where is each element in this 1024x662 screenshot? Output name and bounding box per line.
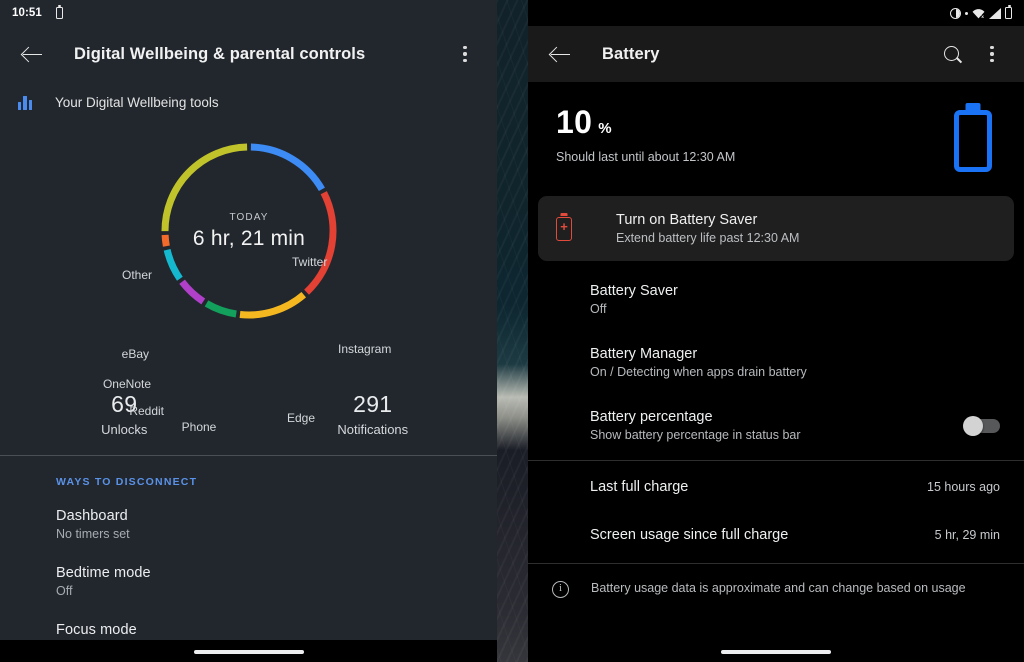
row-title: Last full charge [590,479,689,495]
digital-wellbeing-panel: 10:51 Digital Wellbeing & parental contr… [0,0,497,662]
battery-saver-icon [556,216,572,241]
row-title: Battery Saver [590,283,678,299]
donut-label-phone: Phone [181,420,217,434]
section-header-ways-to-disconnect: WAYS TO DISCONNECT [0,456,497,496]
row-last-full-charge[interactable]: Last full charge 15 hours ago [528,461,1024,509]
search-icon [943,45,961,63]
row-value: 15 hours ago [927,480,1000,494]
battery-estimate-text: Should last until about 12:30 AM [556,150,736,164]
battery-panel: x Battery 10 % Should last until about 1… [528,0,1024,662]
stat-notifications[interactable]: 291 Notifications [249,391,498,437]
donut-label-ebay: eBay [121,347,149,361]
wellbeing-tools-row[interactable]: Your Digital Wellbeing tools [0,82,497,122]
chart-period-label: TODAY [229,211,269,223]
toggle-knob [963,415,983,436]
battery-large-icon [954,110,992,172]
svg-text:x: x [981,14,984,18]
back-button[interactable] [540,34,580,74]
gesture-pill[interactable] [721,650,831,654]
donut-label-edge: Edge [287,411,316,425]
wifi-off-icon: x [972,8,985,19]
stat-label: Unlocks [101,422,148,437]
list-item-title: Dashboard [56,508,128,524]
signal-icon [989,7,1001,19]
row-battery-saver[interactable]: Battery Saver Off [528,261,1024,330]
stat-value: 291 [353,391,393,417]
arrow-back-icon [22,45,42,64]
row-title: Screen usage since full charge [590,527,789,543]
saver-card-text: Turn on Battery Saver Extend battery lif… [616,212,799,245]
battery-percent-group: 10 % [556,104,996,141]
row-screen-usage[interactable]: Screen usage since full charge 5 hr, 29 … [528,509,1024,563]
donut-label-onenote: OneNote [102,377,151,391]
gesture-pill[interactable] [193,650,304,654]
info-icon [552,581,569,598]
list-item-dashboard[interactable]: Dashboard No timers set [0,496,497,553]
stat-label: Notifications [337,422,409,437]
row-text: Last full charge [590,479,927,495]
saver-card-title: Turn on Battery Saver [616,212,758,228]
overflow-menu-button[interactable] [972,34,1012,74]
navigation-bar-left [0,640,497,662]
battery-footnote: Battery usage data is approximate and ca… [528,564,1024,598]
screen-time-donut-chart[interactable]: TODAY 6 hr, 21 min Twitter Instagram Edge P… [0,122,497,434]
overflow-menu-button[interactable] [445,34,485,74]
list-item-title: Focus mode [56,622,137,638]
back-button[interactable] [12,34,52,74]
donut-center-text: TODAY 6 hr, 21 min [158,140,340,322]
app-bar-battery: Battery [528,26,1024,82]
list-item-subtitle: Off [56,584,73,598]
status-bar-clock: 10:51 [12,7,42,19]
status-bar-icons: x [950,5,1012,19]
app-bar-wellbeing: Digital Wellbeing & parental controls [0,26,497,82]
battery-percentage-toggle[interactable] [963,415,1000,436]
row-battery-percentage[interactable]: Battery percentage Show battery percenta… [528,393,1024,460]
donut-label-instagram: Instagram [338,342,392,356]
donut-label-reddit: Reddit [129,404,164,418]
battery-icon [1005,5,1012,19]
row-text: Battery percentage Show battery percenta… [590,409,966,442]
list-item-bedtime-mode[interactable]: Bedtime mode Off [0,553,497,610]
row-title: Battery percentage [590,409,713,425]
footnote-text: Battery usage data is approximate and ca… [591,581,966,595]
battery-icon [55,5,63,19]
dot-icon [965,11,968,15]
turn-on-battery-saver-card[interactable]: Turn on Battery Saver Extend battery lif… [538,196,1014,261]
percent-symbol: % [598,120,612,137]
contrast-icon [950,7,961,19]
row-subtitle: Off [590,302,607,316]
search-button[interactable] [932,34,972,74]
row-subtitle: Show battery percentage in status bar [590,428,801,442]
status-bar-right: x [528,0,1024,26]
more-vert-icon [990,45,994,63]
usage-stats-row: 69 Unlocks 291 Notifications [0,377,497,455]
donut-ring: TODAY 6 hr, 21 min [158,140,340,322]
row-text: Screen usage since full charge [590,527,935,543]
chart-total-time: 6 hr, 21 min [192,226,306,250]
arrow-back-icon [550,45,570,64]
row-subtitle: On / Detecting when apps drain battery [590,365,807,379]
bar-chart-icon [18,95,35,110]
page-title: Digital Wellbeing & parental controls [74,44,366,63]
navigation-bar-right [528,640,1024,662]
row-text: Battery Saver Off [590,283,1000,316]
row-text: Battery Manager On / Detecting when apps… [590,346,1000,379]
battery-percent-value: 10 [556,104,593,140]
status-bar-left: 10:51 [0,0,497,26]
donut-label-other: Other [121,268,152,282]
wellbeing-tools-label: Your Digital Wellbeing tools [55,94,219,110]
saver-card-subtitle: Extend battery life past 12:30 AM [616,231,800,245]
row-title: Battery Manager [590,346,698,362]
row-battery-manager[interactable]: Battery Manager On / Detecting when apps… [528,330,1024,393]
page-title: Battery [602,44,660,63]
row-value: 5 hr, 29 min [934,528,1000,542]
donut-label-twitter: Twitter [292,255,328,269]
more-vert-icon [463,45,467,63]
screenshot-root: 10:51 Digital Wellbeing & parental contr… [0,0,1024,662]
list-item-title: Bedtime mode [56,565,151,581]
battery-hero: 10 % Should last until about 12:30 AM [528,82,1024,190]
list-item-subtitle: No timers set [56,527,130,541]
